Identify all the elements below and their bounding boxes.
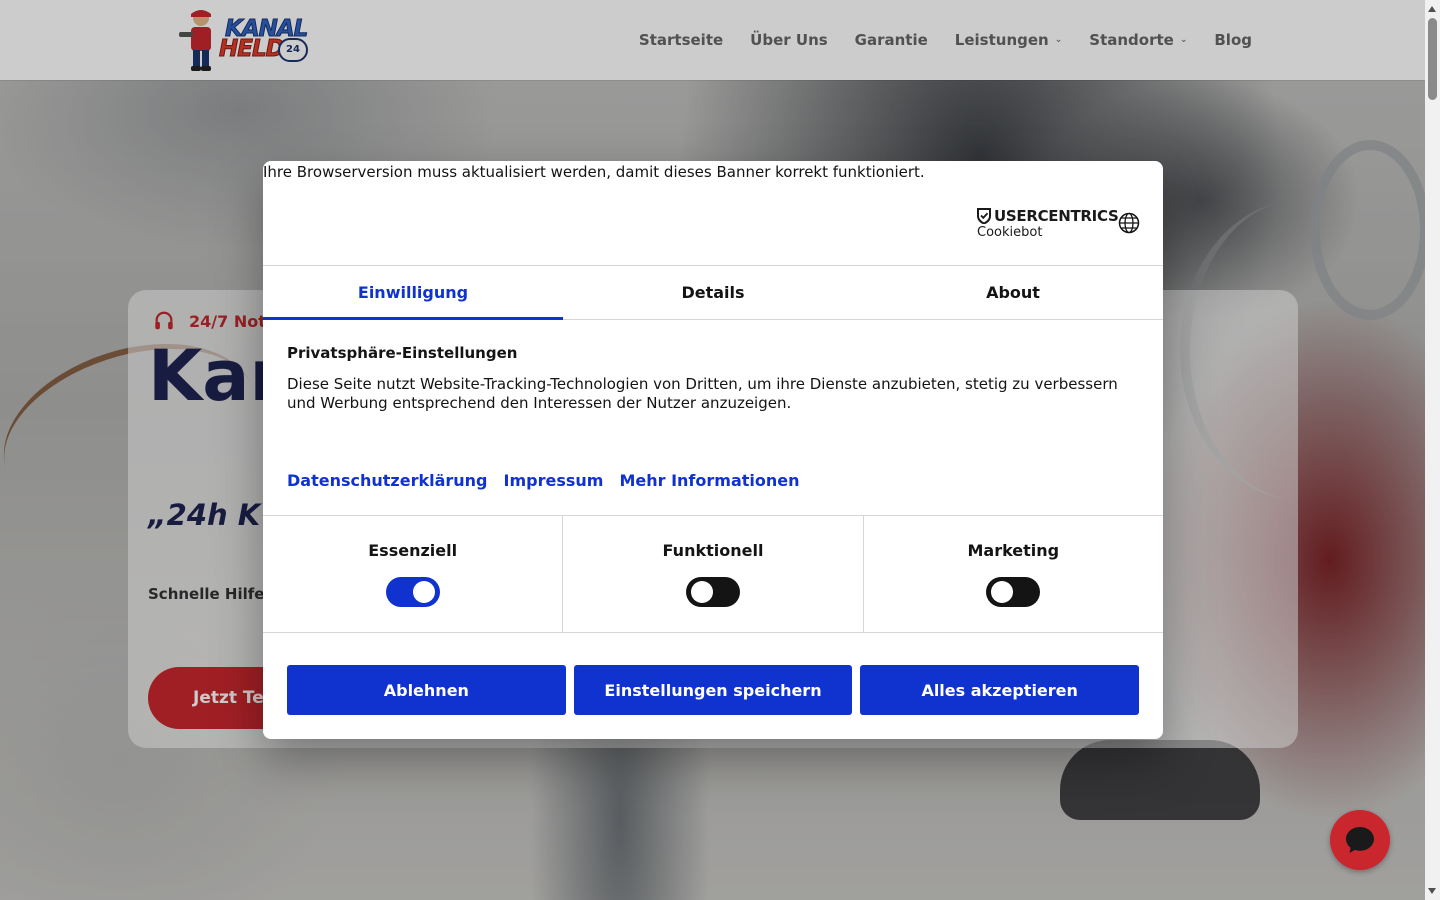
imprint-link[interactable]: Impressum	[504, 471, 604, 490]
funktionell-toggle[interactable]	[685, 577, 740, 607]
consent-links: Datenschutzerklärung Impressum Mehr Info…	[287, 471, 800, 490]
scroll-down-arrow-icon[interactable]	[1428, 888, 1436, 894]
consent-actions: Ablehnen Einstellungen speichern Alles a…	[287, 665, 1140, 715]
essenziell-toggle[interactable]	[385, 577, 440, 607]
toggle-knob	[991, 581, 1014, 603]
tab-about[interactable]: About	[863, 266, 1163, 319]
scroll-up-arrow-icon[interactable]	[1428, 6, 1436, 12]
toggle-knob	[412, 581, 435, 603]
reject-button[interactable]: Ablehnen	[287, 665, 566, 715]
brand-name-text: USERCENTRICS	[994, 207, 1119, 225]
consent-categories: Essenziell Funktionell Marketing	[263, 515, 1163, 633]
page-scrollbar[interactable]	[1425, 0, 1440, 900]
scrollbar-thumb[interactable]	[1428, 18, 1437, 100]
consent-tabs: Einwilligung Details About	[263, 265, 1163, 320]
globe-icon[interactable]	[1118, 212, 1140, 234]
privacy-policy-link[interactable]: Datenschutzerklärung	[287, 471, 488, 490]
category-funktionell: Funktionell	[562, 516, 862, 632]
save-settings-button[interactable]: Einstellungen speichern	[573, 665, 853, 715]
brand-sub: Cookiebot	[977, 225, 1043, 240]
privacy-title: Privatsphäre-Einstellungen	[287, 344, 518, 362]
category-label: Marketing	[967, 541, 1060, 560]
marketing-toggle[interactable]	[986, 577, 1041, 607]
tab-einwilligung[interactable]: Einwilligung	[263, 266, 563, 320]
shield-check-icon	[977, 208, 991, 224]
cookiebot-brand: USERCENTRICS Cookiebot	[977, 207, 1119, 240]
category-label: Essenziell	[368, 541, 458, 560]
cookie-consent-dialog: Ihre Browserversion muss aktualisiert we…	[263, 161, 1163, 739]
chat-button[interactable]	[1330, 810, 1390, 870]
category-label: Funktionell	[662, 541, 764, 560]
privacy-text: Diese Seite nutzt Website-Tracking-Techn…	[287, 375, 1118, 412]
accept-all-button[interactable]: Alles akzeptieren	[860, 665, 1140, 715]
more-info-link[interactable]: Mehr Informationen	[619, 471, 799, 490]
browser-warning: Ihre Browserversion muss aktualisiert we…	[263, 163, 925, 181]
toggle-knob	[690, 581, 713, 603]
tab-details[interactable]: Details	[563, 266, 863, 319]
chat-bubble-icon	[1346, 827, 1374, 853]
brand-name: USERCENTRICS	[977, 207, 1119, 225]
category-essenziell: Essenziell	[263, 516, 562, 632]
category-marketing: Marketing	[862, 516, 1163, 632]
